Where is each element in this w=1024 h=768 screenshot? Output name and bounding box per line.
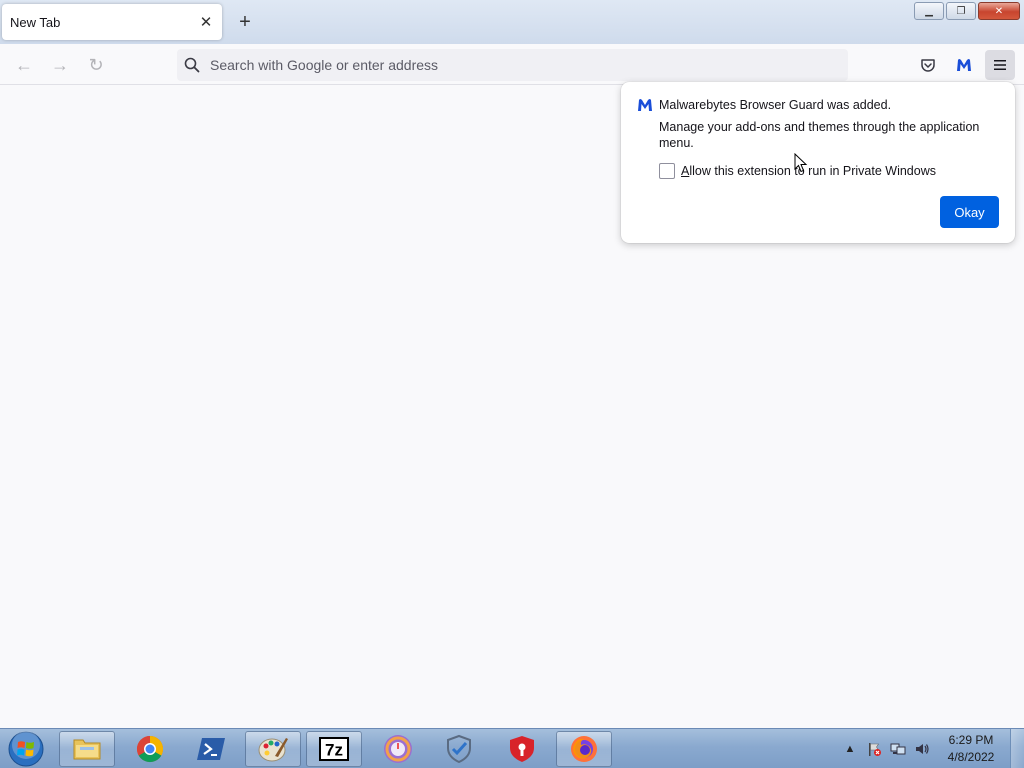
show-hidden-icons-icon[interactable]: ▲ [840,739,860,759]
window-controls: ▁ ❐ ✕ [914,2,1020,20]
new-tab-button[interactable]: + [232,9,258,35]
taskbar-chrome[interactable] [122,731,178,767]
tab-new-tab[interactable]: New Tab ✕ [2,4,222,40]
circular-app-icon [384,735,412,763]
tab-close-icon[interactable]: ✕ [193,9,219,35]
addon-installed-panel: Malwarebytes Browser Guard was added. Ma… [621,82,1015,243]
url-placeholder: Search with Google or enter address [210,57,439,73]
back-button[interactable]: ← [9,50,39,80]
clock-date: 4/8/2022 [947,750,995,764]
close-window-button[interactable]: ✕ [978,2,1020,20]
defender-shield-icon [447,734,471,764]
svg-text:7z: 7z [325,741,343,760]
chrome-icon [136,735,164,763]
navigation-toolbar: ← → ↻ Search with Google or enter addres… [0,44,1024,85]
paint-palette-icon [258,738,288,762]
panel-message: Manage your add-ons and themes through t… [659,120,980,150]
malwarebytes-icon[interactable] [949,50,979,80]
taskbar-paint[interactable] [245,731,301,767]
taskbar-7zip[interactable]: 7z [306,731,362,767]
network-icon[interactable] [888,739,908,759]
firefox-icon [571,736,597,762]
start-button[interactable] [4,730,48,768]
taskbar-clock[interactable]: 6:29 PM 4/8/2022 [940,732,1002,766]
url-bar[interactable]: Search with Google or enter address [177,49,848,81]
mouse-cursor-icon [794,153,808,173]
windows-logo-icon [8,731,44,767]
pocket-icon[interactable] [913,50,943,80]
taskbar-powershell[interactable] [184,731,240,767]
taskbar-file-explorer[interactable] [59,731,115,767]
taskbar-shield-app[interactable] [494,731,550,767]
hamburger-menu-icon[interactable] [985,50,1015,80]
red-shield-icon [510,736,534,762]
restore-button[interactable]: ❐ [946,2,976,20]
malwarebytes-logo-icon [638,99,652,111]
action-center-flag-icon[interactable] [864,739,884,759]
show-desktop-button[interactable] [1010,729,1024,768]
private-windows-label[interactable]: Allow this extension to run in Private W… [681,164,936,178]
minimize-button[interactable]: ▁ [914,2,944,20]
taskbar-firefox[interactable] [556,731,612,767]
taskbar-windows-defender[interactable] [431,731,487,767]
private-windows-checkbox[interactable] [659,163,675,179]
folder-icon [73,739,101,760]
panel-header: Malwarebytes Browser Guard was added. [637,98,891,112]
reload-button[interactable]: ↻ [81,50,111,80]
powershell-icon [197,738,225,760]
panel-title: Malwarebytes Browser Guard was added. [659,98,892,112]
tab-strip: New Tab ✕ + ▁ ❐ ✕ [0,0,1024,44]
okay-button[interactable]: Okay [940,196,999,228]
taskbar: 7z ▲ 6:29 PM 4/8/2022 [0,728,1024,768]
clock-time: 6:29 PM [948,733,994,747]
forward-button[interactable]: → [45,50,75,80]
taskbar-app-circle[interactable] [370,731,426,767]
tab-title: New Tab [10,14,61,30]
search-icon [183,56,201,74]
7zip-icon: 7z [319,737,349,761]
volume-icon[interactable] [912,739,932,759]
system-tray: ▲ [840,729,932,768]
